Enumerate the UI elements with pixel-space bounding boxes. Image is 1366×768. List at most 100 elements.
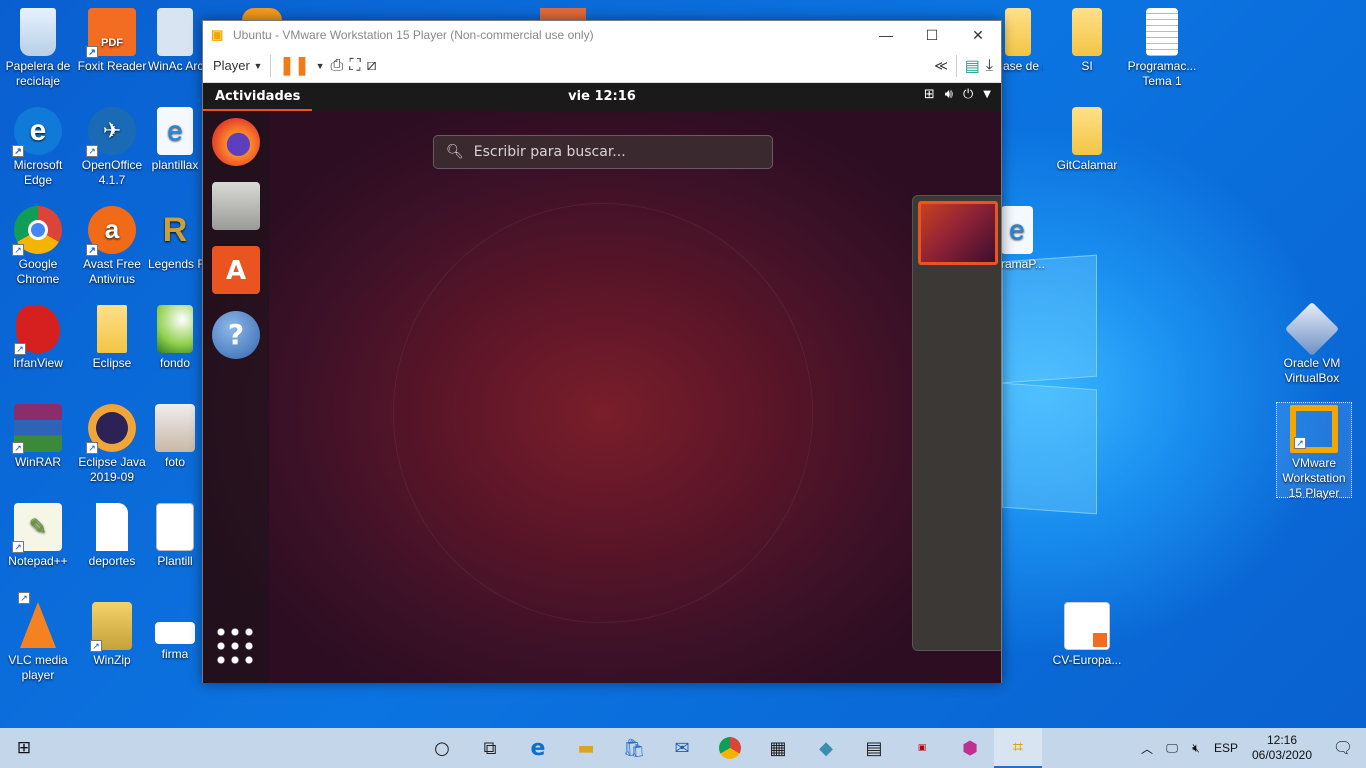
pause-button[interactable]: ❚❚ xyxy=(279,53,309,79)
desktop-icon-cv-europass[interactable]: CV-Europa... xyxy=(1049,602,1125,668)
winace-archive-icon xyxy=(157,8,193,56)
calculator-taskbar-icon[interactable]: ▤ xyxy=(850,728,898,768)
desktop-icon-virtualbox[interactable]: Oracle VM VirtualBox xyxy=(1274,301,1350,386)
chevron-down-icon: ▼ xyxy=(983,89,991,100)
fullscreen-icon[interactable]: ⛶ xyxy=(349,53,360,79)
language-indicator[interactable]: ESP xyxy=(1208,741,1244,755)
desktop-icon-plantillax[interactable]: e plantillax xyxy=(148,107,202,173)
files-icon[interactable] xyxy=(212,182,260,230)
taskbar-clock[interactable]: 12:16 06/03/2020 xyxy=(1244,733,1320,763)
signature-image-icon xyxy=(155,622,195,644)
workspace-thumbnail[interactable] xyxy=(918,201,998,265)
edge-taskbar-icon[interactable]: e xyxy=(514,728,562,768)
help-icon[interactable]: ? xyxy=(212,311,260,359)
desktop-icon-winace[interactable]: WinAc Archive xyxy=(148,8,202,74)
recycle-bin-icon xyxy=(20,8,56,56)
legends-runeterra-icon: R xyxy=(162,211,188,249)
software-icon[interactable]: A xyxy=(212,246,260,294)
chevron-up-icon[interactable]: ︿ xyxy=(1134,740,1160,757)
notifications-icon[interactable]: 🗨︎ xyxy=(1320,738,1366,758)
download-icon[interactable]: ⤓ xyxy=(986,53,993,79)
desktop-icon-plantill[interactable]: Plantill xyxy=(148,503,202,569)
network-icon[interactable]: 🖵︎ xyxy=(1160,741,1184,756)
desktop-icon-ramap[interactable]: e ramaP... xyxy=(1001,206,1049,272)
folder-icon xyxy=(1005,8,1031,56)
file-explorer-icon[interactable]: ▬ xyxy=(562,728,610,768)
send-ctrl-alt-del-icon[interactable]: ⎙ xyxy=(331,53,344,79)
chevron-down-icon: ▼ xyxy=(253,60,263,71)
desktop-icon-vlc[interactable]: ↗ VLC media player xyxy=(0,592,76,683)
cortana-search-icon[interactable]: ○ xyxy=(418,728,466,768)
desktop-icon-notepadpp[interactable]: ✎ ↗ Notepad++ xyxy=(0,503,76,569)
notes-icon[interactable]: ▤ xyxy=(965,53,980,79)
volume-icon: 🔊︎ xyxy=(944,87,953,102)
store-icon[interactable]: 🛍︎ xyxy=(610,728,658,768)
openoffice-icon: ✈ ↗ xyxy=(86,107,136,157)
maps-taskbar-icon[interactable]: ⬢ xyxy=(946,728,994,768)
close-button[interactable]: ✕ xyxy=(955,21,1001,49)
search-input[interactable]: 🔍︎ Escribir para buscar... xyxy=(433,135,773,169)
desktop-icon-openoffice[interactable]: ✈ ↗ OpenOffice 4.1.7 xyxy=(74,107,150,188)
ie-document-icon: e xyxy=(157,107,193,155)
chrome-taskbar-icon[interactable] xyxy=(706,728,754,768)
task-view-icon[interactable]: ⧉ xyxy=(466,728,514,768)
status-area[interactable]: ⊞ 🔊︎ ⏻ ▼ xyxy=(924,87,991,102)
vmware-taskbar-icon[interactable]: ⌗ xyxy=(994,728,1042,768)
desktop-icon-firma[interactable]: firma xyxy=(148,602,202,662)
unity-icon[interactable]: ⧄ xyxy=(367,53,377,79)
desktop-icon-vmware[interactable]: ↗ VMware Workstation 15 Player xyxy=(1276,402,1352,500)
sketch-taskbar-icon[interactable]: ◆ xyxy=(802,728,850,768)
photo-icon xyxy=(155,404,195,452)
start-button[interactable]: ⊞ xyxy=(0,728,48,768)
image-file-icon xyxy=(157,305,193,353)
search-placeholder: Escribir para buscar... xyxy=(473,144,626,160)
blank-file-icon xyxy=(96,503,128,551)
desktop-icon-avast[interactable]: a ↗ Avast Free Antivirus xyxy=(74,206,150,287)
gnome-top-bar: vie 12:16 Actividades ⊞ 🔊︎ ⏻ ▼ xyxy=(203,83,1001,111)
search-icon: 🔍︎ xyxy=(446,144,464,160)
desktop-icon-si[interactable]: SI xyxy=(1049,8,1125,74)
desktop-icon-fondo[interactable]: fondo xyxy=(148,305,202,371)
activities-button[interactable]: Actividades xyxy=(203,83,313,111)
desktop-icon-edge[interactable]: e ↗ Microsoft Edge xyxy=(0,107,76,188)
desktop-icon-eclipse-folder[interactable]: Eclipse xyxy=(74,305,150,371)
folder-icon xyxy=(1072,107,1102,155)
desktop-icon-irfanview[interactable]: ↗ IrfanView xyxy=(0,305,76,371)
desktop-icon-winrar[interactable]: ↗ WinRAR xyxy=(0,404,76,470)
desktop-icon-recycle-bin[interactable]: Papelera de reciclaje xyxy=(0,8,76,89)
collapse-icon[interactable]: ≪ xyxy=(934,53,948,79)
firefox-icon[interactable] xyxy=(212,118,260,166)
desktop-icon-foto[interactable]: foto xyxy=(148,404,202,470)
folder-icon xyxy=(1072,8,1102,56)
vmware-player-window[interactable]: ▣ Ubuntu - VMware Workstation 15 Player … xyxy=(202,20,1002,683)
foxit-pdf-icon: PDF ↗ xyxy=(86,8,136,58)
desktop-icon-gitcalamar[interactable]: GitCalamar xyxy=(1049,107,1125,173)
ubuntu-guest-screen[interactable]: vie 12:16 Actividades ⊞ 🔊︎ ⏻ ▼ A ? 🔍︎ Es… xyxy=(203,83,1001,683)
window-titlebar[interactable]: ▣ Ubuntu - VMware Workstation 15 Player … xyxy=(203,21,1001,49)
windows-logo-pane xyxy=(1002,254,1097,384)
desktop-icon-chrome[interactable]: ↗ Google Chrome xyxy=(0,206,76,287)
desktop-icon-basedatos[interactable]: ase de atos xyxy=(1003,8,1043,74)
clock[interactable]: vie 12:16 xyxy=(203,89,1001,104)
desktop-icon-eclipse-java[interactable]: ↗ Eclipse Java 2019-09 xyxy=(74,404,150,485)
ubuntu-dock: A ? xyxy=(203,111,269,683)
base-taskbar-icon[interactable]: ▣ xyxy=(898,728,946,768)
winzip-icon: ↗ xyxy=(90,602,132,652)
maximize-button[interactable]: ☐ xyxy=(909,21,955,49)
desktop-icon-deportes[interactable]: deportes xyxy=(74,503,150,569)
avast-icon: a ↗ xyxy=(86,206,136,256)
minimize-button[interactable]: — xyxy=(863,21,909,49)
vlc-icon: ↗ xyxy=(18,592,56,648)
chrome-icon: ↗ xyxy=(12,206,62,256)
pause-dropdown-icon[interactable]: ▼ xyxy=(316,53,325,79)
player-menu[interactable]: Player ▼ xyxy=(213,53,262,79)
desktop-icon-programacion[interactable]: Programac... Tema 1 xyxy=(1124,8,1200,89)
desktop-icon-legends[interactable]: R Legends Runeter xyxy=(148,206,202,272)
notepad-taskbar-icon[interactable]: ▦ xyxy=(754,728,802,768)
speaker-muted-icon[interactable]: 🔇︎ xyxy=(1184,741,1208,756)
desktop-icon-foxit[interactable]: PDF ↗ Foxit Reader xyxy=(74,8,150,74)
mail-icon[interactable]: ✉ xyxy=(658,728,706,768)
show-applications-icon[interactable] xyxy=(214,625,258,669)
desktop-icon-winzip[interactable]: ↗ WinZip xyxy=(74,602,150,668)
eclipse-icon: ↗ xyxy=(86,404,136,454)
